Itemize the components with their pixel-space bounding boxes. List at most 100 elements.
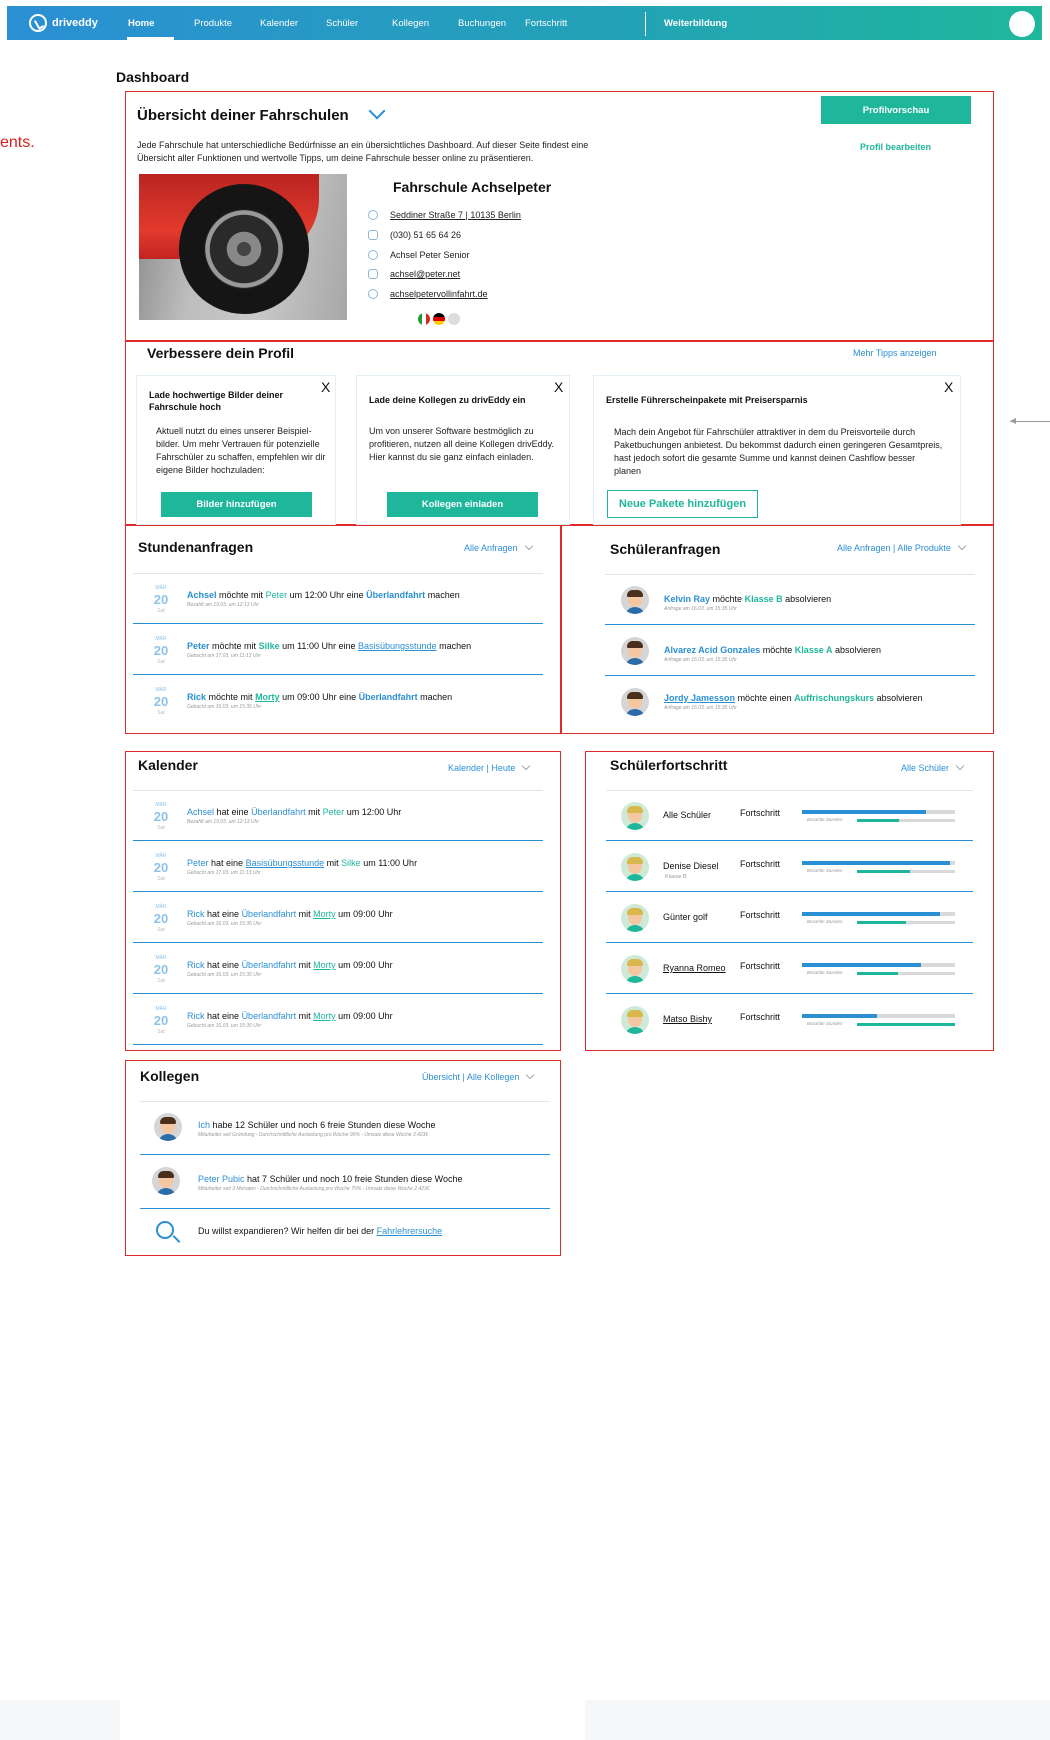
- progress-fill: [802, 963, 922, 967]
- recruiting-link[interactable]: Fahrlehrersuche: [377, 1226, 443, 1236]
- list-item[interactable]: MÄR 20 Sat Peter möchte mit Silke um 11:00…: [133, 625, 543, 675]
- email-row: achsel@peter.net: [368, 269, 460, 279]
- progress-row[interactable]: Alle Schüler Fortschritt Bezahlte Stunden: [606, 791, 973, 841]
- calendar-today-link[interactable]: Kalender | Heute: [448, 761, 531, 773]
- avatar: [621, 802, 649, 830]
- nav-buchungen[interactable]: Buchungen: [458, 18, 506, 29]
- card-heading: Erstelle Führerscheinpakete mit Preisers…: [606, 395, 808, 405]
- phone-text: (030) 51 65 64 26: [390, 230, 462, 240]
- edit-profile-link[interactable]: Profil bearbeiten: [860, 142, 931, 152]
- progress-bar: [802, 810, 955, 814]
- location-pin-icon: [368, 210, 378, 220]
- all-requests-products-link[interactable]: Alle Anfragen | Alle Produkte: [837, 541, 967, 553]
- website-row: achselpetervollinfahrt.de: [368, 289, 488, 299]
- overview-panel: Übersicht deiner Fahrschulen Jede Fahrsc…: [125, 91, 994, 341]
- paid-hours-bar: [857, 870, 955, 873]
- chevron-down-icon: [955, 761, 965, 771]
- calendar-meta: Gebucht am 16.03. um 15:35 Uhr: [187, 921, 262, 927]
- request-meta: Anfrage am 16.03. um 15:35 Uhr: [664, 705, 737, 711]
- calendar-panel: Kalender Kalender | Heute MÄR 20 Sat Achsel…: [125, 751, 561, 1051]
- italian-flag-icon: [418, 313, 430, 325]
- chevron-down-icon: [526, 1070, 535, 1080]
- list-item[interactable]: Peter Pubic hat 7 Schüler und noch 10 fr…: [140, 1156, 550, 1209]
- nav-home[interactable]: Home: [128, 18, 154, 29]
- request-text: Achsel möchte mit Peter um 12:00 Uhr ein…: [187, 590, 460, 600]
- progress-fill: [802, 861, 951, 865]
- nav-kollegen[interactable]: Kollegen: [392, 18, 429, 29]
- add-packages-button[interactable]: Neue Pakete hinzufügen: [607, 490, 758, 518]
- profile-preview-button[interactable]: Profilvorschau: [821, 96, 971, 124]
- close-icon[interactable]: X: [321, 379, 330, 395]
- website-link[interactable]: achselpetervollinfahrt.de: [390, 289, 488, 299]
- progress-row[interactable]: Denise Diesel Klasse B Fortschritt Bezahlte…: [606, 842, 973, 892]
- nav-weiterbildung[interactable]: Weiterbildung: [664, 18, 727, 29]
- link-text: Alle Anfragen: [464, 543, 518, 553]
- page-title: Dashboard: [116, 69, 190, 85]
- nav-fortschritt[interactable]: Fortschritt: [525, 18, 567, 29]
- rim-graphic: [204, 209, 284, 289]
- request-text: Jordy Jamesson möchte einen Auffrischung…: [664, 693, 923, 703]
- email-link[interactable]: achsel@peter.net: [390, 269, 460, 279]
- close-icon[interactable]: X: [554, 379, 563, 395]
- student-progress-panel: Schülerfortschritt Alle Schüler Alle Sch…: [585, 751, 994, 1051]
- progress-bar: [802, 1014, 955, 1018]
- paid-hours-fill: [857, 1023, 955, 1026]
- colleague-meta: Mitarbeiter seit Gründung - Durchschnitt…: [198, 1132, 429, 1138]
- driveddy-logo[interactable]: driveddy: [29, 14, 98, 32]
- student-name[interactable]: Günter golf: [663, 912, 708, 922]
- progress-bar: [802, 861, 955, 865]
- close-icon[interactable]: X: [944, 379, 953, 395]
- request-text: Peter möchte mit Silke um 11:00 Uhr eine…: [187, 641, 472, 651]
- school-image: [139, 174, 347, 320]
- calendar-entry[interactable]: MÄR 20 Sat Rick hat eine Überlandfahrt mit …: [133, 944, 543, 994]
- footer-fade-right: [585, 1700, 1050, 1740]
- all-students-link[interactable]: Alle Schüler: [901, 761, 965, 773]
- add-language-icon[interactable]: [448, 313, 460, 325]
- list-item[interactable]: Kelvin Ray möchte Klasse B absolvieren A…: [605, 575, 975, 625]
- paid-hours-label: Bezahlte Stunden: [807, 970, 843, 975]
- list-item[interactable]: Jordy Jamesson möchte einen Auffrischung…: [605, 677, 975, 727]
- student-name[interactable]: Denise Diesel: [663, 861, 719, 871]
- avatar: [621, 853, 649, 881]
- list-item[interactable]: MÄR 20 Sat Rick möchte mit Morty um 09:00 …: [133, 676, 543, 726]
- calendar-entry[interactable]: MÄR 20 Sat Peter hat eine Basisübungsstunde…: [133, 842, 543, 892]
- owner-text: Achsel Peter Senior: [390, 250, 470, 260]
- list-item[interactable]: MÄR 20 Sat Achsel möchte mit Peter um 12:0…: [133, 574, 543, 624]
- list-item[interactable]: Ich habe 12 Schüler und noch 6 freie Stu…: [140, 1102, 550, 1155]
- list-item[interactable]: Alvarez Acid Gonzales möchte Klasse A ab…: [605, 626, 975, 676]
- chevron-down-icon[interactable]: [368, 102, 386, 120]
- request-text: Alvarez Acid Gonzales möchte Klasse A ab…: [664, 645, 881, 655]
- panel-title: Stundenanfragen: [138, 539, 254, 555]
- nav-kalender[interactable]: Kalender: [260, 18, 298, 29]
- progress-row[interactable]: Ryanna Romeo Fortschritt Bezahlte Stunden: [606, 944, 973, 994]
- user-avatar[interactable]: [1009, 11, 1035, 37]
- avatar: [621, 688, 649, 716]
- nav-produkte[interactable]: Produkte: [194, 18, 232, 29]
- date-badge: MÄR 20 Sat: [153, 636, 169, 665]
- progress-label: Fortschritt: [740, 808, 781, 818]
- calendar-entry[interactable]: MÄR 20 Sat Rick hat eine Überlandfahrt mit …: [133, 995, 543, 1045]
- panel-title: Schüleranfragen: [610, 541, 721, 557]
- link-text: Alle Anfragen | Alle Produkte: [837, 543, 951, 553]
- search-icon: [156, 1221, 174, 1239]
- nav-schueler[interactable]: Schüler: [326, 18, 358, 29]
- student-name[interactable]: Ryanna Romeo: [663, 963, 726, 973]
- progress-bar: [802, 963, 955, 967]
- all-requests-link[interactable]: Alle Anfragen: [464, 541, 533, 553]
- date-badge: MÄR 20 Sat: [153, 687, 169, 716]
- add-images-button[interactable]: Bilder hinzufügen: [161, 492, 312, 517]
- student-name[interactable]: Matso Bishy: [663, 1014, 712, 1024]
- progress-row[interactable]: Günter golf Fortschritt Bezahlte Stunden: [606, 893, 973, 943]
- avatar: [621, 1006, 649, 1034]
- more-tips-link[interactable]: Mehr Tipps anzeigen: [853, 348, 937, 358]
- progress-row[interactable]: Matso Bishy Fortschritt Bezahlte Stunden: [606, 995, 973, 1045]
- student-name[interactable]: Alle Schüler: [663, 810, 711, 820]
- colleagues-overview-link[interactable]: Übersicht | Alle Kollegen: [422, 1070, 535, 1082]
- date-badge: MÄR 20 Sat: [153, 585, 169, 614]
- invite-colleagues-button[interactable]: Kollegen einladen: [387, 492, 538, 517]
- calendar-entry[interactable]: MÄR 20 Sat Rick hat eine Überlandfahrt mit …: [133, 893, 543, 943]
- calendar-entry[interactable]: MÄR 20 Sat Achsel hat eine Überlandfahrt mi…: [133, 791, 543, 841]
- tip-card-colleagues: X Lade deine Kollegen zu drivEddy ein Um…: [356, 375, 570, 525]
- tip-card-packages: X Erstelle Führerscheinpakete mit Preise…: [593, 375, 961, 525]
- list-item[interactable]: Du willst expandieren? Wir helfen dir be…: [140, 1210, 550, 1252]
